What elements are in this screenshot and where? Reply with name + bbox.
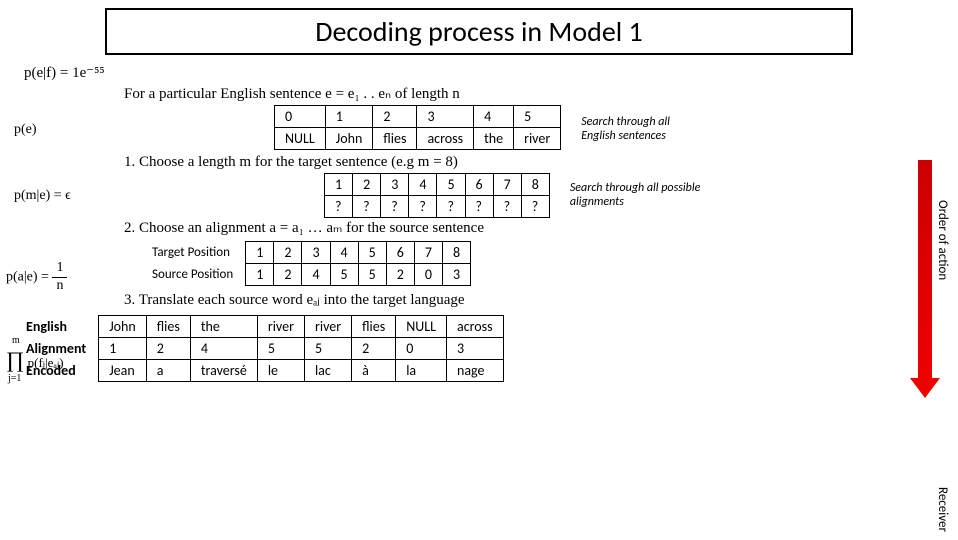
receiver-label: Receiver xyxy=(935,487,950,532)
formula-pae: p(a|e) = 1 n xyxy=(6,260,116,295)
sentence-description: For a particular English sentence e = e₁… xyxy=(124,84,944,103)
step-3-text: 3. Translate each source word eₐⱼ into t… xyxy=(124,290,944,309)
step-2-text: 2. Choose an alignment a = a₁ … aₘ for t… xyxy=(124,218,944,237)
source-position-label: Source Position xyxy=(142,264,246,286)
order-of-action-label: Order of action xyxy=(935,200,950,280)
alignment-slots-table: 1234 5678 ???? ???? xyxy=(324,173,550,218)
step-1-text: 1. Choose a length m for the target sent… xyxy=(124,154,944,171)
formula-pe: p(e) xyxy=(14,122,74,138)
target-position-label: Target Position xyxy=(142,242,246,264)
formula-product: m ∏ p(fⱼ|eₐⱼ) j=1 xyxy=(6,335,116,385)
caption-alignments: Search through all possiblealignments xyxy=(570,182,700,208)
slide-title: Decoding process in Model 1 xyxy=(105,8,853,55)
position-table: Target Position 1234 5678 Source Positio… xyxy=(142,241,471,286)
caption-sentences: Search through allEnglish sentences xyxy=(581,116,670,142)
order-arrow-icon xyxy=(918,160,932,380)
formula-pme: p(m|e) = ϵ xyxy=(14,188,104,204)
source-table: 012 345 NULLJohnflies acrosstheriver xyxy=(274,105,561,150)
formula-pef: p(e|f) = 1e⁻⁵⁵ xyxy=(24,63,105,82)
left-formulas: p(a|e) = 1 n m ∏ p(fⱼ|eₐⱼ) j=1 xyxy=(6,260,116,405)
